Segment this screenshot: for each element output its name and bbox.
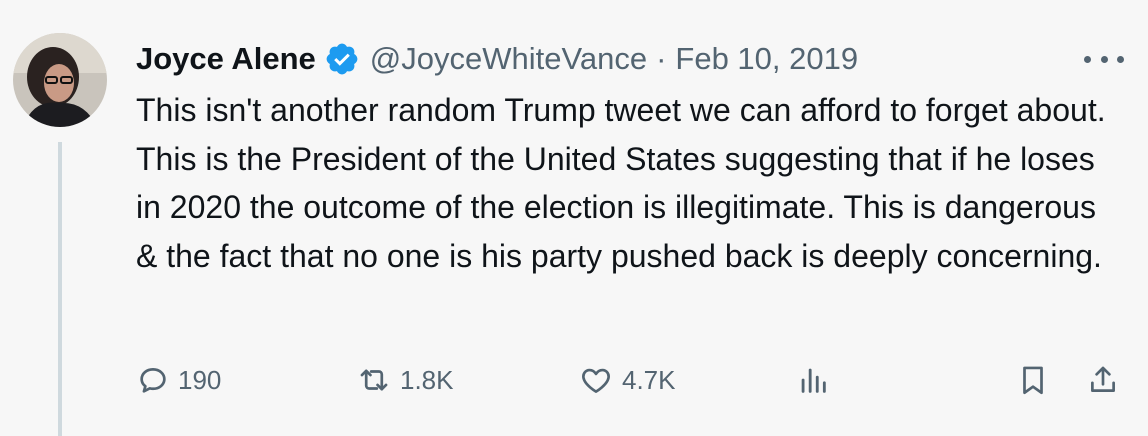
thread-line: [58, 142, 62, 436]
reply-bubble-icon: [136, 363, 170, 397]
views-button[interactable]: [796, 356, 830, 404]
bookmark-button[interactable]: [1016, 356, 1050, 404]
retweet-icon: [356, 363, 392, 397]
like-count: 4.7K: [622, 364, 676, 395]
bookmark-icon: [1016, 363, 1050, 397]
retweet-button[interactable]: 1.8K: [356, 356, 454, 404]
share-upload-icon: [1086, 363, 1120, 397]
avatar[interactable]: [13, 33, 107, 127]
heart-icon: [578, 363, 614, 397]
share-button[interactable]: [1086, 356, 1120, 404]
reply-count: 190: [178, 364, 222, 395]
tweet-header: Joyce Alene @JoyceWhiteVance · Feb 10, 2…: [136, 36, 858, 82]
author-handle[interactable]: @JoyceWhiteVance: [370, 41, 647, 77]
tweet-date[interactable]: Feb 10, 2019: [675, 41, 858, 77]
author-name[interactable]: Joyce Alene: [136, 41, 316, 77]
reply-button[interactable]: 190: [136, 356, 221, 404]
avatar-image: [13, 33, 107, 127]
analytics-bars-icon: [796, 363, 830, 397]
verified-badge-icon[interactable]: [324, 41, 360, 77]
retweet-count: 1.8K: [400, 364, 454, 395]
tweet-card[interactable]: Joyce Alene @JoyceWhiteVance · Feb 10, 2…: [0, 0, 1148, 436]
like-button[interactable]: 4.7K: [578, 356, 676, 404]
action-bar: 190 1.8K 4.7K: [136, 356, 1126, 404]
tweet-text: This isn't another random Trump tweet we…: [136, 92, 1106, 274]
separator-dot: ·: [656, 41, 667, 76]
more-dots-icon[interactable]: [1084, 46, 1124, 72]
